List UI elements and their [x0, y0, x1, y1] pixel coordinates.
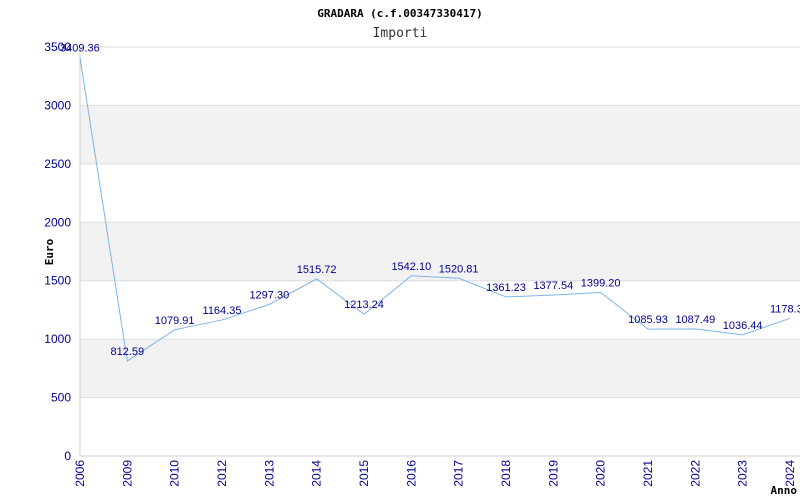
- x-tick-label: 2016: [404, 460, 418, 487]
- x-tick-label: 2010: [168, 460, 182, 487]
- x-tick-label: 2024: [783, 460, 797, 487]
- data-label: 1036.44: [723, 320, 763, 332]
- y-tick-label: 1500: [44, 274, 71, 288]
- data-label: 1515.72: [297, 264, 337, 276]
- x-tick-label: 2022: [688, 460, 702, 487]
- x-tick-label: 2017: [452, 460, 466, 487]
- y-tick-label: 2000: [44, 215, 71, 229]
- y-tick-label: 1000: [44, 332, 71, 346]
- data-label: 1542.10: [391, 261, 431, 273]
- x-tick-label: 2023: [736, 460, 750, 487]
- x-tick-label: 2006: [73, 460, 87, 487]
- grid-band: [80, 105, 800, 164]
- chart: 0500100015002000250030003500 2006 2009 201…: [43, 7, 800, 497]
- data-label: 1087.49: [675, 314, 715, 326]
- y-tick-label: 2500: [44, 157, 71, 171]
- chart-subtitle: Importi: [373, 26, 428, 41]
- x-tick-label: 2015: [357, 460, 371, 487]
- x-tick-labels: 2006 2009 2010 2012 2013 2014 2015 2016 2017 2018…: [73, 460, 797, 487]
- y-tick-label: 3000: [44, 98, 71, 112]
- data-label: 1520.81: [439, 263, 479, 275]
- data-label: 3409.36: [60, 43, 100, 55]
- y-axis-label: Euro: [43, 238, 56, 265]
- x-tick-label: 2021: [641, 460, 655, 487]
- data-label: 1164.35: [203, 305, 242, 317]
- data-label: 1377.54: [533, 280, 573, 292]
- data-label: 1361.23: [486, 282, 526, 294]
- grid-band: [80, 339, 800, 398]
- data-label: 1399.20: [581, 277, 621, 289]
- x-tick-label: 2014: [310, 460, 324, 487]
- x-tick-label: 2020: [594, 460, 608, 487]
- data-label: 1213.24: [344, 299, 384, 311]
- x-axis-label: Anno: [771, 484, 798, 497]
- x-tick-label: 2013: [262, 460, 276, 487]
- x-tick-label: 2009: [120, 460, 134, 487]
- grid-bands: [80, 105, 800, 398]
- data-label: 1079.91: [155, 315, 195, 327]
- data-label: 1085.93: [628, 314, 668, 326]
- data-label: 1178.3: [770, 303, 800, 315]
- y-tick-label: 500: [51, 391, 71, 405]
- x-tick-label: 2012: [215, 460, 229, 487]
- chart-title: GRADARA (c.f.00347330417): [317, 7, 483, 20]
- x-tick-label: 2018: [499, 460, 513, 487]
- data-label: 1297.30: [249, 289, 289, 301]
- y-tick-label: 0: [64, 449, 71, 463]
- data-labels: 3409.36 812.59 1079.91 1164.35 1297.30 1515.7…: [60, 43, 800, 358]
- data-label: 812.59: [111, 346, 145, 358]
- x-tick-label: 2019: [546, 460, 560, 487]
